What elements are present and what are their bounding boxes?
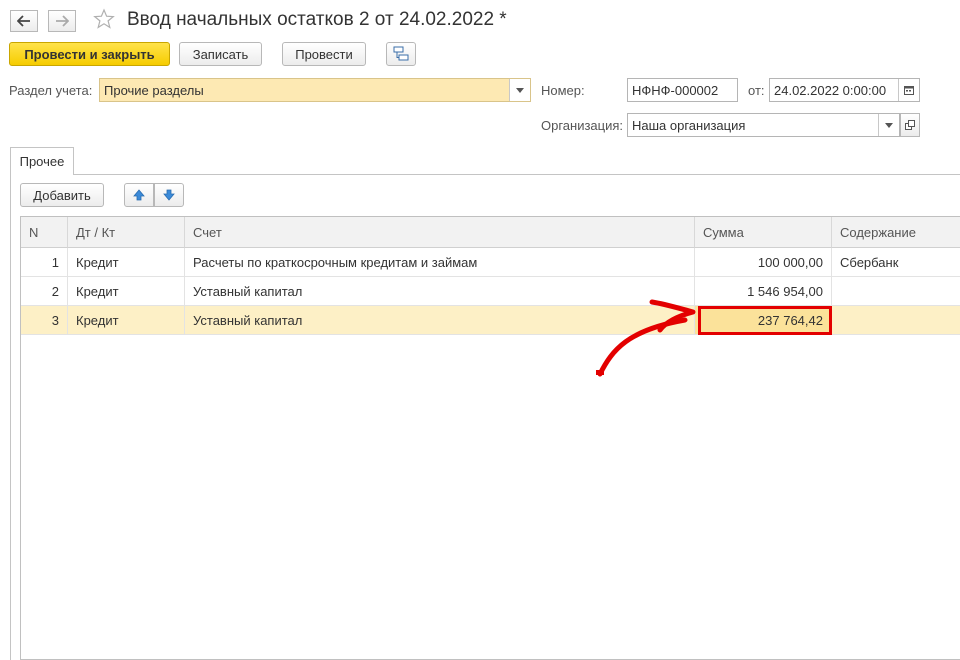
post-and-close-button[interactable]: Провести и закрыть: [9, 42, 170, 66]
tab-divider: [74, 174, 960, 175]
row-content: [832, 277, 960, 306]
organization-label: Организация:: [541, 118, 624, 133]
row-content: [832, 306, 960, 335]
open-organization-button[interactable]: [900, 113, 920, 137]
annotation-arrow-icon: [596, 299, 696, 377]
document-structure-icon: [393, 46, 409, 61]
chevron-down-icon[interactable]: [878, 114, 899, 136]
open-icon: [905, 120, 915, 130]
arrow-up-icon: [133, 189, 145, 201]
date-value: 24.02.2022 0:00:00: [774, 82, 887, 98]
window-title: Ввод начальных остатков 2 от 24.02.2022 …: [127, 9, 507, 30]
row-content: Сбербанк: [832, 248, 960, 277]
structure-button[interactable]: [386, 42, 416, 66]
arrow-right-icon: [56, 15, 69, 27]
column-header-sum[interactable]: Сумма: [695, 217, 832, 248]
back-button[interactable]: [10, 10, 38, 32]
organization-field[interactable]: Наша организация: [627, 113, 900, 137]
row-sum: 1 546 954,00: [695, 277, 832, 306]
move-up-button[interactable]: [124, 183, 154, 207]
move-down-button[interactable]: [154, 183, 184, 207]
date-field[interactable]: 24.02.2022 0:00:00: [769, 78, 920, 102]
chevron-down-icon[interactable]: [509, 79, 530, 101]
column-header-dtkt[interactable]: Дт / Кт: [68, 217, 185, 248]
section-label: Раздел учета:: [9, 83, 93, 98]
column-header-n[interactable]: N: [21, 217, 68, 248]
number-label: Номер:: [541, 83, 585, 98]
row-sum: 100 000,00: [695, 248, 832, 277]
save-button[interactable]: Записать: [179, 42, 262, 66]
arrow-down-icon: [163, 189, 175, 201]
row-number: 2: [21, 277, 68, 306]
highlight-frame: [698, 306, 832, 335]
column-header-content[interactable]: Содержание: [832, 217, 960, 248]
organization-value: Наша организация: [632, 117, 746, 133]
favorite-star-icon[interactable]: [93, 8, 115, 33]
section-value: Прочие разделы: [104, 82, 204, 98]
row-dtkt: Кредит: [68, 306, 185, 335]
row-number: 3: [21, 306, 68, 335]
calendar-icon[interactable]: [898, 79, 919, 101]
row-account: Расчеты по краткосрочным кредитам и займ…: [185, 248, 695, 277]
section-field[interactable]: Прочие разделы: [99, 78, 531, 102]
add-row-button[interactable]: Добавить: [20, 183, 104, 207]
date-label: от:: [748, 83, 765, 98]
column-header-account[interactable]: Счет: [185, 217, 695, 248]
post-button[interactable]: Провести: [282, 42, 366, 66]
forward-button[interactable]: [48, 10, 76, 32]
arrow-left-icon: [17, 15, 30, 27]
row-number: 1: [21, 248, 68, 277]
number-value: НФНФ-000002: [632, 82, 719, 98]
row-dtkt: Кредит: [68, 248, 185, 277]
row-dtkt: Кредит: [68, 277, 185, 306]
number-field[interactable]: НФНФ-000002: [627, 78, 738, 102]
tab-other[interactable]: Прочее: [10, 147, 74, 175]
